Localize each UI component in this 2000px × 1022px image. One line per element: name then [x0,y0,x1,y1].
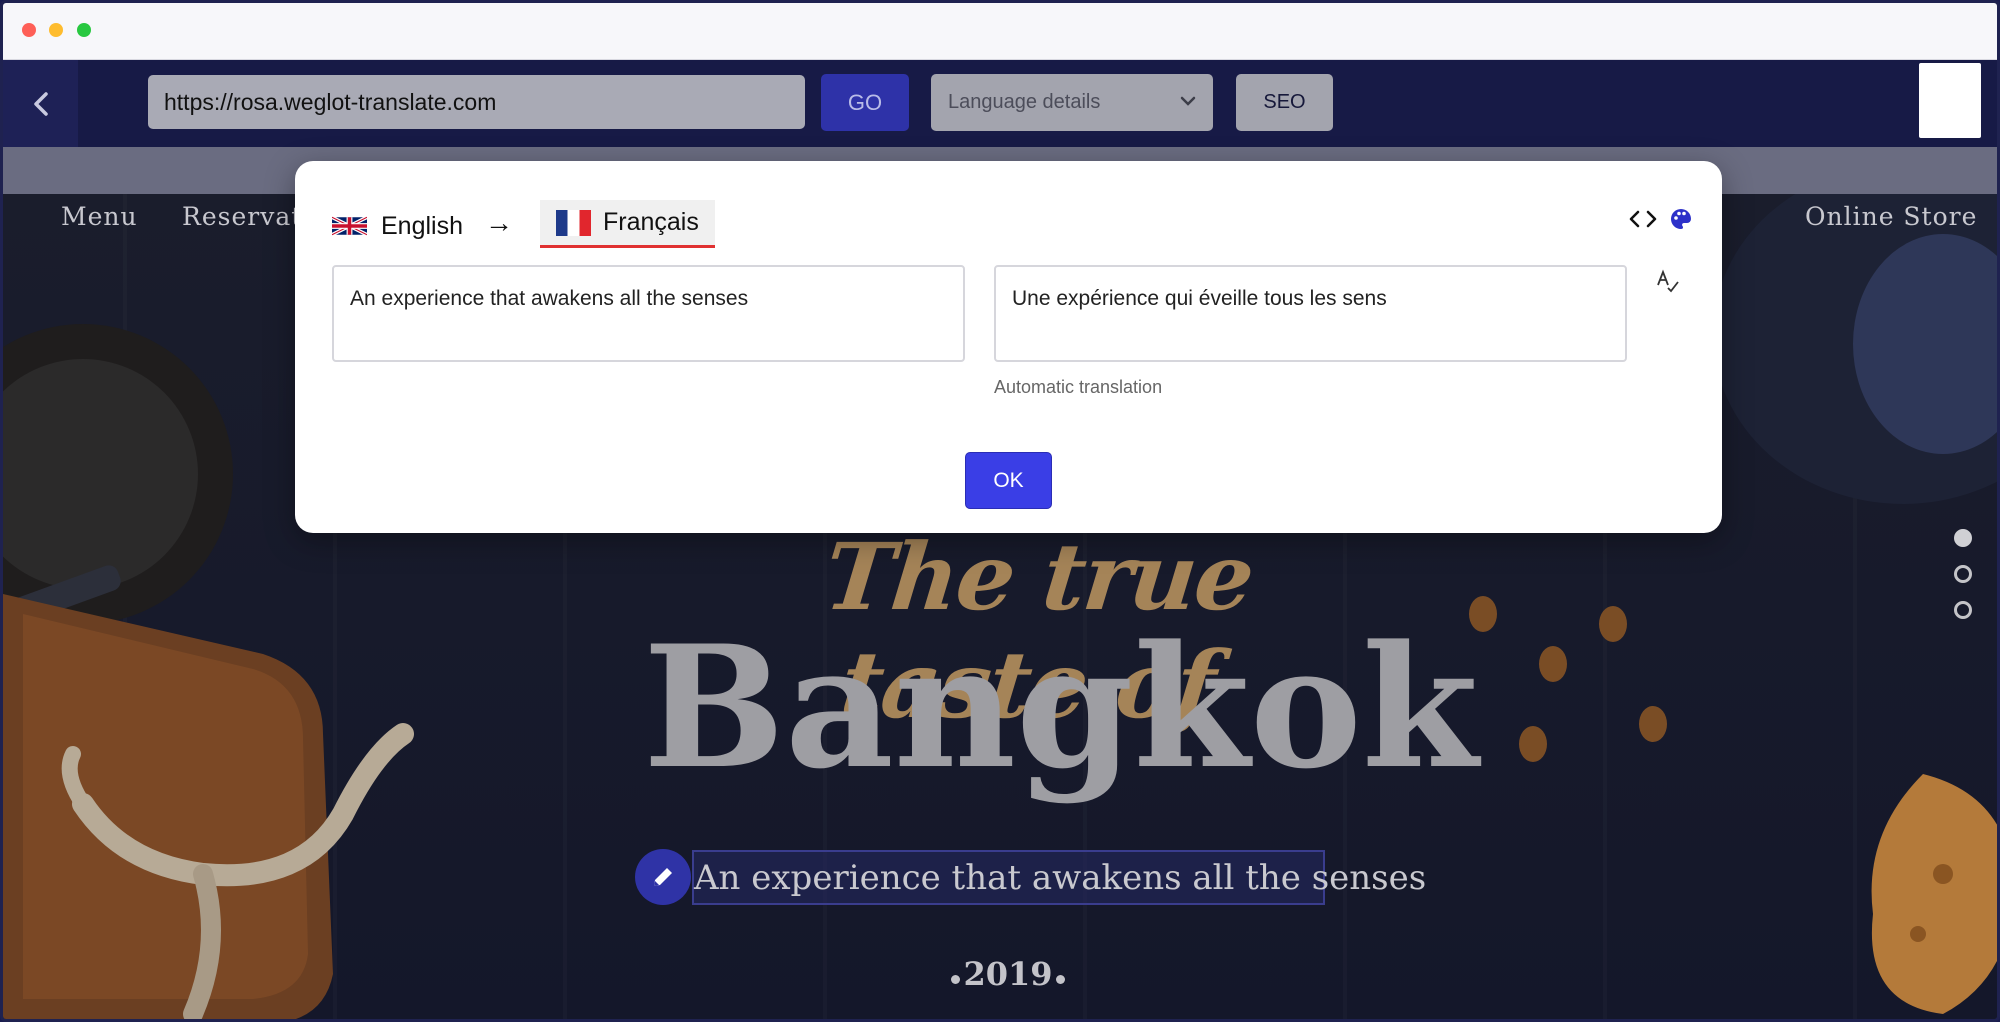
target-language-label: Français [603,208,699,236]
chevron-down-icon [1180,96,1196,106]
maximize-window-button[interactable] [77,23,91,37]
seo-button[interactable]: SEO [1236,74,1333,131]
code-icon[interactable] [1628,208,1658,230]
palette-icon[interactable] [1669,207,1693,231]
toolbar-side-panel [1919,63,1981,138]
acorns-image [1469,596,1667,762]
translation-type-label: Automatic translation [994,377,1163,397]
language-arrow: → [485,207,513,238]
site-nav-online-store[interactable]: Online Store [1805,202,1977,231]
back-chevron-icon [33,91,48,116]
ok-button[interactable]: OK [965,452,1052,509]
editor-toolbar: GO Language details SEO [3,60,1997,147]
site-nav-menu[interactable]: Menu [61,202,138,231]
language-select-label: Language details [948,91,1101,113]
hero-main-title: Bangkok [643,608,1479,806]
bowl-image [1713,194,1997,504]
france-flag-icon [556,209,591,236]
pencil-icon [654,868,672,886]
hero-subtitle-selected[interactable]: An experience that awakens all the sense… [692,850,1426,905]
url-input[interactable] [148,75,805,129]
edit-translation-button[interactable] [635,849,691,905]
antler-image [61,723,414,1019]
source-language: English [332,205,463,247]
uk-flag-icon [332,215,367,237]
language-details-select[interactable]: Language details [931,74,1213,131]
minimize-window-button[interactable] [49,23,63,37]
slider-dot-2[interactable] [1954,565,1972,583]
target-language-tab[interactable]: Français [540,200,715,248]
site-nav-reservations[interactable]: Reservati [182,202,311,231]
back-button[interactable] [3,60,78,147]
hero-year: 2019 [943,955,1073,993]
cookie-image [1871,774,1997,1014]
translation-dialog: English → Français An experience that aw… [295,161,1722,533]
title-bar [3,3,1997,60]
close-window-button[interactable] [22,23,36,37]
source-language-label: English [381,211,463,240]
slider-dot-1[interactable] [1954,529,1972,547]
go-button[interactable]: GO [821,74,909,131]
source-text-field: An experience that awakens all the sense… [332,265,965,362]
slider-dot-3[interactable] [1954,601,1972,619]
translation-text-field[interactable]: Une expérience qui éveille tous les sens [994,265,1627,362]
browser-window: GO Language details SEO [0,0,2000,1022]
spellcheck-icon[interactable] [1655,269,1681,295]
